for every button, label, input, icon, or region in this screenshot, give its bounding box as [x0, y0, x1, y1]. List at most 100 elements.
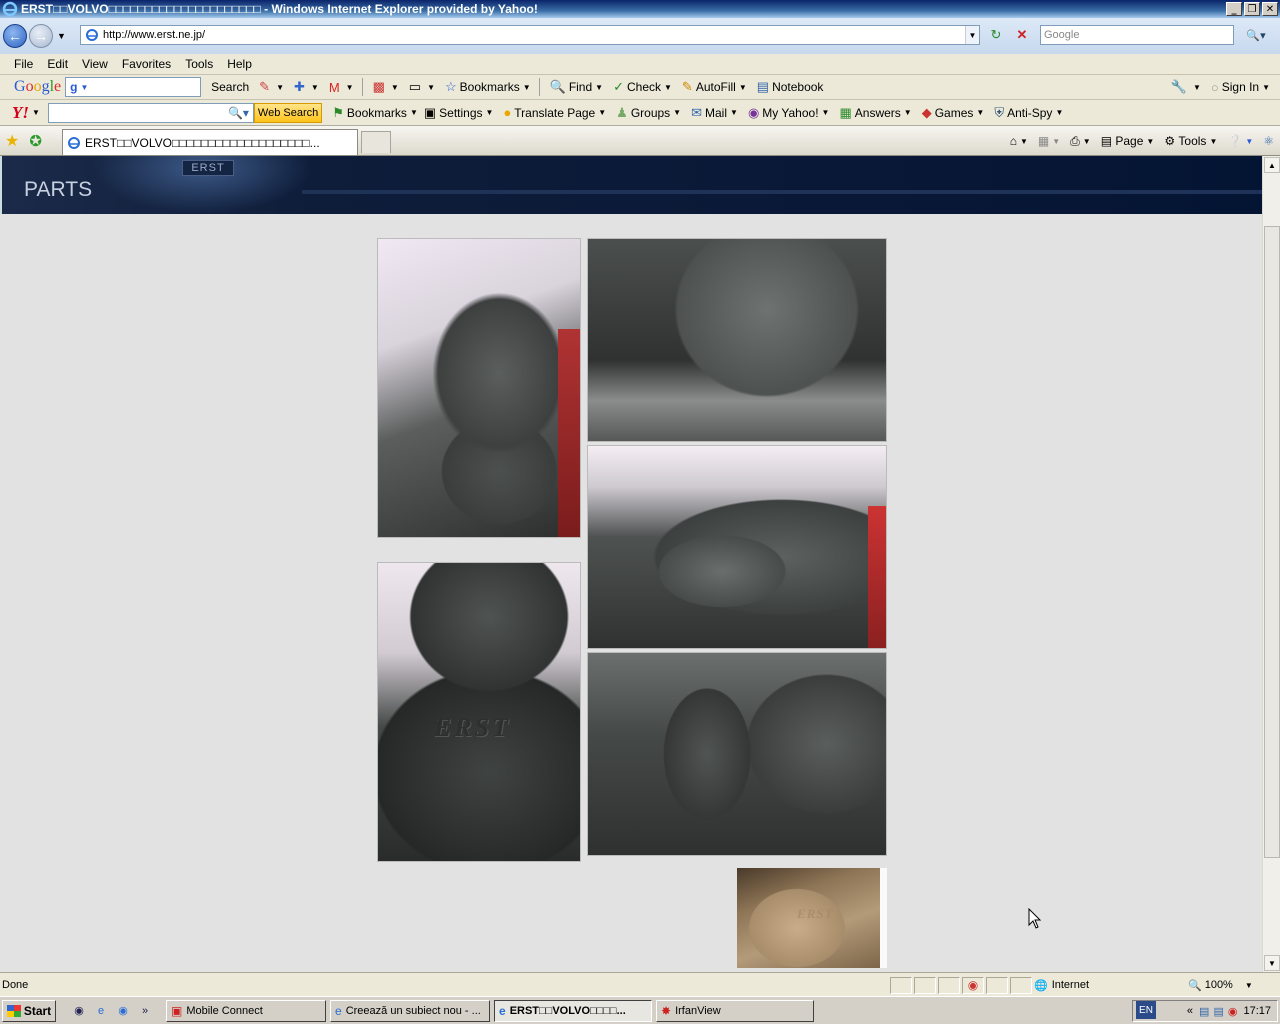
wrench-icon[interactable]: 🔧 ▼ — [1171, 79, 1201, 95]
scroll-down-arrow-icon[interactable]: ▼ — [1264, 955, 1280, 971]
games-button[interactable]: ◆ Games ▼ — [922, 105, 985, 121]
task-irfanview[interactable]: ✸ IrfanView — [656, 1000, 814, 1022]
status-cell — [938, 977, 960, 994]
page-menu-button[interactable]: ▤ Page ▼ — [1101, 134, 1155, 148]
yahoo-logo-dropdown-icon[interactable]: ▼ — [32, 108, 40, 117]
address-url[interactable]: http://www.erst.ne.jp/ — [103, 29, 965, 41]
seat-back-photo[interactable] — [587, 238, 887, 442]
quicklaunch-more-icon[interactable]: » — [136, 1002, 154, 1020]
find-button[interactable]: 🔍 Find ▼ — [550, 79, 603, 95]
menu-help[interactable]: Help — [227, 57, 252, 71]
spell-check-button[interactable]: ✓ Check ▼ — [613, 79, 672, 95]
language-indicator[interactable]: EN — [1136, 1001, 1156, 1019]
print-icon[interactable]: ⎙ ▼ — [1070, 134, 1091, 149]
favorites-star-icon[interactable]: ★ — [5, 131, 19, 151]
rear-armrest-photo[interactable] — [587, 652, 887, 856]
sidewiki-icon[interactable]: ▭ ▼ — [409, 79, 435, 95]
network-icon[interactable]: ▤ — [1199, 1005, 1209, 1018]
tab-erst-volvo[interactable]: ERST□□VOLVO□□□□□□□□□□□□□□□□□□□... — [62, 129, 358, 155]
stop-icon[interactable]: ✕ — [1012, 25, 1032, 45]
mail-button[interactable]: ✉ Mail ▼ — [691, 105, 738, 121]
groups-button[interactable]: ♟ Groups ▼ — [616, 105, 681, 121]
menu-edit[interactable]: Edit — [47, 57, 68, 71]
home-icon[interactable]: ⌂ ▼ — [1010, 134, 1028, 148]
yahoo-search-input[interactable]: 🔍▾ — [47, 102, 254, 123]
front-seat-photo[interactable] — [377, 238, 581, 538]
tray-expand-icon[interactable]: « — [1187, 1005, 1193, 1017]
google-search-input[interactable]: g ▼ — [65, 77, 202, 97]
beige-seat-photo[interactable]: ERST — [737, 868, 887, 968]
quicklaunch-app-icon[interactable]: ◉ — [70, 1002, 88, 1020]
zoom-control[interactable]: 🔍 100% ▼ — [1188, 976, 1276, 994]
minimize-button[interactable]: _ — [1226, 2, 1242, 16]
vertical-scrollbar[interactable]: ▲ ▼ — [1262, 156, 1280, 972]
window-title: ERST□□VOLVO□□□□□□□□□□□□□□□□□□□□□ - Windo… — [21, 2, 538, 16]
task-erst-volvo[interactable]: e ERST□□VOLVO□□□□... — [494, 1000, 652, 1022]
yahoo-logo[interactable]: Y! — [12, 103, 29, 123]
google-logo: Google — [14, 78, 62, 95]
back-button[interactable]: ← — [3, 24, 27, 48]
status-cell — [890, 977, 912, 994]
sign-in-button[interactable]: ○ Sign In ▼ — [1211, 80, 1270, 95]
clock[interactable]: 17:17 — [1243, 1005, 1271, 1017]
antivirus-icon[interactable]: ◉ — [1228, 1005, 1238, 1018]
toolbar-separator — [361, 78, 363, 96]
scroll-up-arrow-icon[interactable]: ▲ — [1264, 157, 1280, 173]
my-yahoo-button[interactable]: ◉ My Yahoo! ▼ — [748, 105, 830, 121]
page-icon — [86, 29, 98, 41]
popup-blocked-icon[interactable]: ◉ — [962, 977, 984, 994]
notebook-button[interactable]: ▤ Notebook — [757, 79, 824, 95]
web-search-button[interactable]: Web Search — [253, 102, 323, 123]
window-titlebar: ERST□□VOLVO□□□□□□□□□□□□□□□□□□□□□ - Windo… — [0, 0, 1280, 18]
tools-menu-button[interactable]: ⚙ Tools ▼ — [1164, 134, 1217, 148]
bookmarks-button[interactable]: ☆ Bookmarks ▼ — [445, 79, 531, 95]
translate-page-button[interactable]: ● Translate Page ▼ — [503, 105, 606, 120]
feeds-icon[interactable]: ▦ ▼ — [1038, 134, 1060, 148]
popup-blocker-icon[interactable]: ▩ ▼ — [373, 79, 399, 95]
site-header-banner: ERST PARTS — [0, 156, 1262, 214]
refresh-icon[interactable]: ↻ — [986, 25, 1006, 45]
car-body-detail — [558, 329, 580, 537]
search-input[interactable]: Google — [1040, 25, 1234, 45]
gmail-icon[interactable]: M ▼ — [329, 80, 354, 95]
maximize-button[interactable]: ❐ — [1244, 2, 1260, 16]
quicklaunch-ie2-icon[interactable]: ◉ — [114, 1002, 132, 1020]
task-mobile-connect[interactable]: ▣ Mobile Connect — [166, 1000, 326, 1022]
headrest-logo-photo[interactable]: ERST — [377, 562, 581, 862]
security-zone[interactable]: 🌐 Internet — [1034, 976, 1184, 994]
address-bar[interactable]: http://www.erst.ne.jp/ ▼ — [80, 25, 980, 45]
add-favorites-icon[interactable]: ✪ — [29, 132, 42, 150]
quicklaunch-ie-icon[interactable]: e — [92, 1002, 110, 1020]
highlight-icon[interactable]: ✎ ▼ — [259, 79, 284, 95]
status-cell — [1010, 977, 1032, 994]
autofill-button[interactable]: ✎ AutoFill ▼ — [682, 79, 747, 95]
windows-taskbar: Start ◉ e ◉ » ▣ Mobile Connect e Creează u… — [0, 996, 1280, 1024]
settings-button[interactable]: ▣ Settings ▼ — [424, 105, 494, 121]
anti-spy-button[interactable]: ⛨ Anti-Spy ▼ — [994, 105, 1063, 121]
google-search-button[interactable]: Search — [211, 80, 249, 94]
research-icon[interactable]: ⚛ — [1263, 134, 1274, 148]
volume-icon[interactable]: ▤ — [1213, 1005, 1223, 1018]
search-icon[interactable]: 🔍▾ — [1238, 25, 1274, 45]
menu-file[interactable]: File — [14, 57, 33, 71]
menu-tools[interactable]: Tools — [185, 57, 213, 71]
car-body-detail — [868, 506, 886, 648]
add-button-icon[interactable]: ✚ ▼ — [294, 79, 319, 95]
new-tab-button[interactable] — [361, 131, 391, 153]
address-dropdown-icon[interactable]: ▼ — [965, 26, 979, 44]
close-button[interactable]: ✕ — [1262, 2, 1278, 16]
menu-favorites[interactable]: Favorites — [122, 57, 171, 71]
help-icon[interactable]: ❔ ▼ — [1227, 134, 1253, 148]
rear-seats-photo[interactable] — [587, 445, 887, 649]
task-creeaza-subiect[interactable]: e Creează un subiect nou - ... — [330, 1000, 490, 1022]
erst-embossed-logo: ERST — [434, 713, 512, 742]
recent-pages-dropdown[interactable]: ▼ — [57, 31, 66, 41]
answers-button[interactable]: ▦ Answers ▼ — [839, 105, 911, 121]
yahoo-bookmarks-button[interactable]: ⚑ Bookmarks ▼ — [332, 105, 418, 121]
menu-view[interactable]: View — [82, 57, 108, 71]
scroll-thumb[interactable] — [1264, 226, 1280, 858]
start-button[interactable]: Start — [2, 999, 56, 1022]
forward-button[interactable]: → — [29, 24, 53, 48]
zoom-icon: 🔍 — [1188, 979, 1202, 992]
search-icon[interactable]: 🔍▾ — [228, 106, 249, 120]
